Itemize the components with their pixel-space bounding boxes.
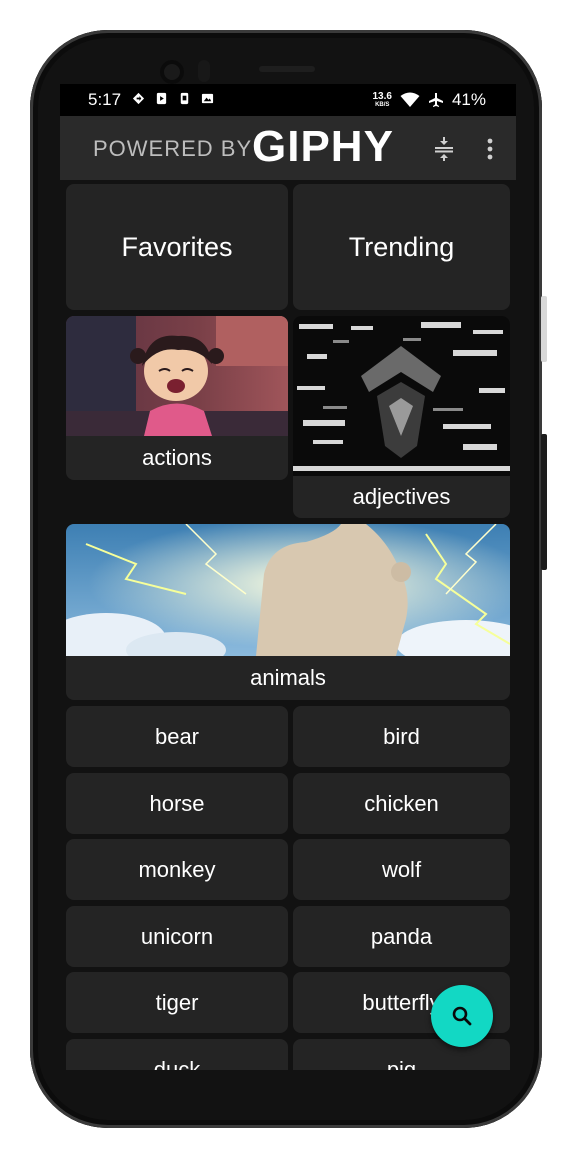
trending-label: Trending <box>348 231 455 262</box>
panda-label: panda <box>370 923 433 949</box>
subcategory-wolf[interactable]: wolf <box>293 839 510 900</box>
front-camera <box>160 60 184 84</box>
trending-tile[interactable]: Trending <box>293 184 510 310</box>
video-icon <box>156 92 167 105</box>
giphy-logo: GIPHY <box>252 122 394 171</box>
image-icon <box>201 93 214 104</box>
notification-icons <box>132 92 214 105</box>
subcategory-unicorn[interactable]: unicorn <box>66 906 288 967</box>
monkey-label: monkey <box>138 856 216 882</box>
category-adjectives[interactable]: adjectives <box>293 316 510 518</box>
app-bar: POWERED BY GIPHY <box>60 116 516 180</box>
network-speed-unit: KB/S <box>375 101 390 108</box>
favorites-label: Favorites <box>121 231 233 262</box>
tiger-label: tiger <box>155 989 199 1015</box>
subcategory-monkey[interactable]: monkey <box>66 839 288 900</box>
powered-by-text: POWERED BY <box>93 136 253 161</box>
animals-gif <box>66 524 510 656</box>
subcategory-tiger[interactable]: tiger <box>66 972 288 1033</box>
actions-gif <box>66 316 288 436</box>
sim-icon <box>180 92 189 105</box>
favorites-tile[interactable]: Favorites <box>66 184 288 310</box>
adjectives-gif <box>293 316 510 476</box>
adjectives-label: adjectives <box>352 484 451 509</box>
earpiece-speaker <box>259 66 315 72</box>
volume-button <box>541 296 547 362</box>
navigation-icon <box>132 92 145 105</box>
subcategory-panda[interactable]: panda <box>293 906 510 967</box>
wolf-label: wolf <box>381 856 422 882</box>
more-vert-icon[interactable] <box>484 136 496 162</box>
bird-label: bird <box>383 723 420 749</box>
actions-label: actions <box>142 445 212 470</box>
horse-label: horse <box>149 790 205 816</box>
subcategory-bear[interactable]: bear <box>66 706 288 767</box>
status-time: 5:17 <box>88 90 122 109</box>
category-actions[interactable]: actions <box>66 316 288 480</box>
power-button <box>541 434 547 570</box>
network-speed-value: 13.6 <box>372 90 392 102</box>
subcategory-horse[interactable]: horse <box>66 773 288 834</box>
category-animals[interactable]: animals <box>66 524 510 700</box>
subcategory-duck[interactable]: duck <box>66 1039 288 1070</box>
wifi-icon <box>400 92 420 107</box>
screen: 5:17 13.6 KB/S 41% POWERED BY GIPHY Favo… <box>60 84 516 1070</box>
unicorn-label: unicorn <box>140 923 214 949</box>
search-icon <box>452 1006 472 1026</box>
chicken-label: chicken <box>364 790 439 816</box>
status-bar: 5:17 13.6 KB/S 41% <box>60 84 516 116</box>
pig-label: pig <box>386 1056 417 1071</box>
proximity-sensor <box>198 60 210 82</box>
subcategory-pig[interactable]: pig <box>293 1039 510 1070</box>
search-fab[interactable] <box>431 985 493 1047</box>
subcategory-bird[interactable]: bird <box>293 706 510 767</box>
duck-label: duck <box>153 1056 201 1071</box>
animals-label: animals <box>250 665 326 690</box>
status-right: 13.6 KB/S 41% <box>373 90 487 110</box>
network-speed: 13.6 KB/S <box>372 90 392 109</box>
battery-percent: 41% <box>451 90 486 109</box>
compress-icon[interactable] <box>432 136 456 162</box>
butterfly-label: butterfly <box>362 989 441 1015</box>
bear-label: bear <box>154 723 200 749</box>
airplane-icon <box>428 93 443 107</box>
subcategory-chicken[interactable]: chicken <box>293 773 510 834</box>
